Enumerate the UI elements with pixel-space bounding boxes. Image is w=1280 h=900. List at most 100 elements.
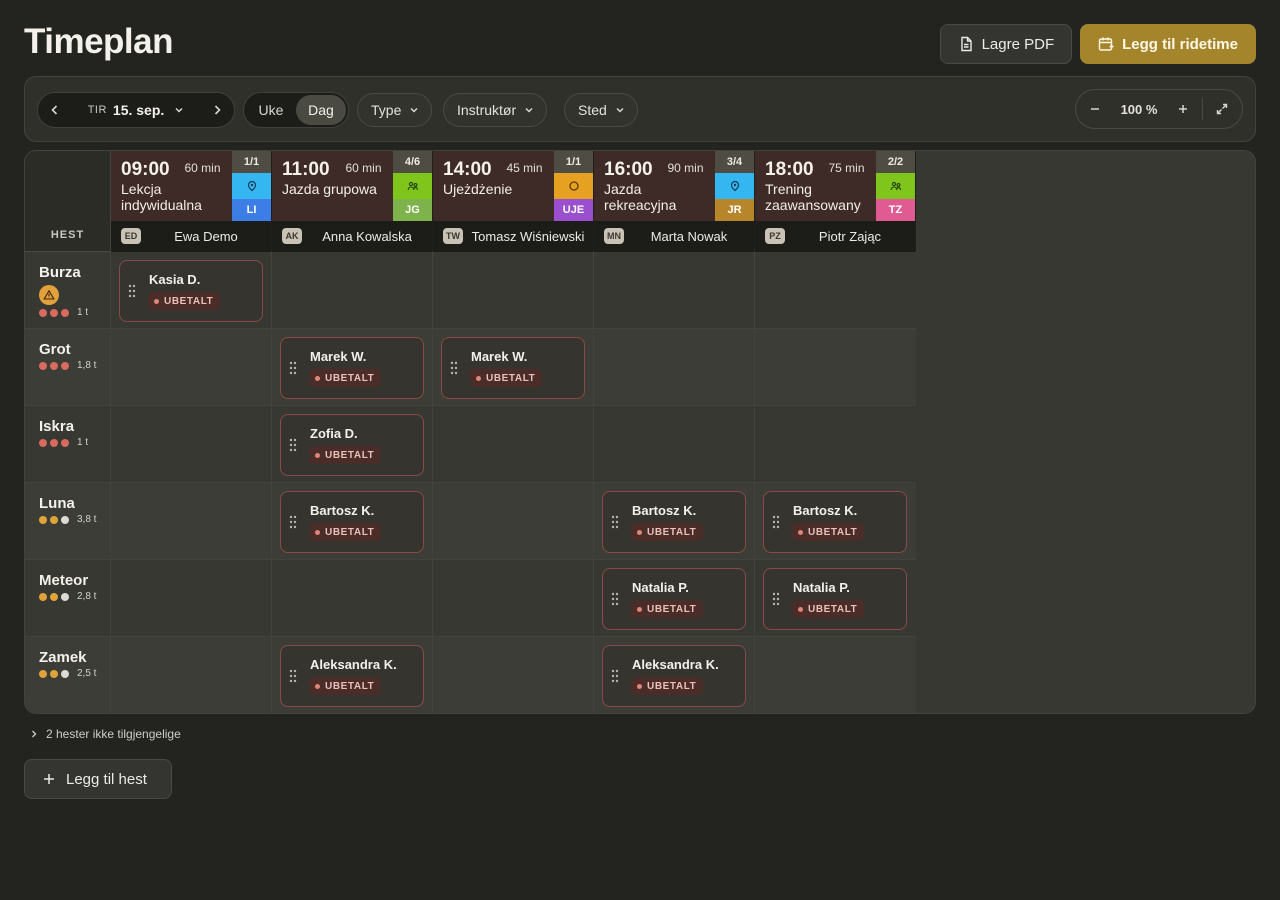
lesson-instructor[interactable]: ED Ewa Demo [111,221,271,252]
lesson-code: JG [393,199,432,221]
horse-load: 2,8 t [77,591,97,602]
chevron-down-icon [175,107,183,113]
add-horse-button[interactable]: Legg til hest [24,759,172,799]
cell-divider [754,637,755,713]
drag-handle-icon[interactable] [289,515,297,529]
horse-name: Burza [39,264,81,281]
instructor-name: Marta Nowak [650,229,728,244]
rider-name: Bartosz K. [632,503,697,518]
calendar-plus-icon [1098,37,1114,51]
lesson-header[interactable]: 11:00 60 min Jazda grupowa 4/6 JG [272,151,432,221]
lesson-header[interactable]: 16:00 90 min Jazda rekreacyjna 3/4 JR [594,151,754,221]
lesson-column-3[interactable]: 16:00 90 min Jazda rekreacyjna 3/4 JR MN Marta… [594,151,755,252]
save-pdf-button[interactable]: Lagre PDF [939,24,1073,64]
chevron-right-icon [214,105,221,115]
chevron-right-icon [32,730,37,738]
fullscreen-button[interactable] [1203,90,1241,128]
lesson-code: TZ [876,199,915,221]
cell-divider [432,560,433,636]
schedule-toolbar: TIR 15. sep. Uke Dag Type Instruktør Ste… [24,76,1256,142]
lesson-instructor[interactable]: PZ Piotr Zając [755,221,915,252]
status-label: UBETALT [325,680,375,692]
lesson-duration: 75 min [828,161,865,175]
cell-divider [593,483,594,559]
drag-handle-icon[interactable] [772,592,780,606]
lesson-instructor[interactable]: MN Marta Nowak [594,221,754,252]
lesson-time: 18:00 [765,159,814,180]
lesson-instructor[interactable]: AK Anna Kowalska [272,221,432,252]
lesson-type-badge [232,173,271,199]
chevron-down-icon [525,107,533,113]
filter-instructor[interactable]: Instruktør [443,93,548,127]
view-day-option[interactable]: Dag [296,95,346,125]
unavailable-horses-toggle[interactable]: 2 hester ikke tilgjengelige [30,727,181,741]
view-week-option[interactable]: Uke [246,95,296,125]
horse-cell[interactable]: Zamek 2,5 t [25,637,111,713]
previous-day-button[interactable] [38,93,72,127]
group-icon [890,181,901,191]
booking-card[interactable]: Natalia P. UBETALT [763,568,907,630]
instructor-name: Piotr Zając [818,229,882,244]
drag-handle-icon[interactable] [289,438,297,452]
booking-card[interactable]: Kasia D. UBETALT [119,260,263,322]
horse-cell[interactable]: Iskra 1 t [25,406,111,482]
lesson-header[interactable]: 09:00 60 min Lekcja indywidualna 1/1 LI [111,151,271,221]
header-actions: Lagre PDF Legg til ridetime [939,24,1256,64]
plus-icon [44,774,54,784]
drag-handle-icon[interactable] [128,284,136,298]
cell-divider [271,406,272,482]
zoom-out-button[interactable] [1076,90,1114,128]
lesson-column-4[interactable]: 18:00 75 min Trening zaawansowany 2/2 TZ PZ Pi… [755,151,916,252]
horse-cell[interactable]: Meteor 2,8 t [25,560,111,636]
filter-location[interactable]: Sted [564,93,638,127]
booking-card[interactable]: Aleksandra K. UBETALT [602,645,746,707]
horse-name: Luna [39,495,75,512]
booking-card[interactable]: Bartosz K. UBETALT [763,491,907,553]
drag-handle-icon[interactable] [289,669,297,683]
drag-handle-icon[interactable] [772,515,780,529]
status-badge: UBETALT [470,369,543,387]
drag-handle-icon[interactable] [450,361,458,375]
lesson-title: Jazda rekreacyjna [604,181,677,213]
schedule-grid: HEST 09:00 60 min Lekcja indywidualna 1/1 LI… [24,150,1256,714]
lesson-header[interactable]: 14:00 45 min Ujeżdżenie 1/1 UJE [433,151,593,221]
booking-card[interactable]: Bartosz K. UBETALT [602,491,746,553]
lesson-time: 14:00 [443,159,492,180]
workload-indicator [39,593,69,601]
workload-dot [61,516,69,524]
drag-handle-icon[interactable] [289,361,297,375]
lesson-column-1[interactable]: 11:00 60 min Jazda grupowa 4/6 JG AK Anna Kowa… [272,151,433,252]
workload-dot [39,593,47,601]
lesson-column-0[interactable]: 09:00 60 min Lekcja indywidualna 1/1 LI ED Ewa… [111,151,272,252]
workload-indicator [39,309,69,317]
next-day-button[interactable] [200,93,234,127]
lesson-column-2[interactable]: 14:00 45 min Ujeżdżenie 1/1 UJE TW Tomasz Wiśn… [433,151,594,252]
drag-handle-icon[interactable] [611,592,619,606]
booking-card[interactable]: Aleksandra K. UBETALT [280,645,424,707]
filter-type[interactable]: Type [357,93,433,127]
booking-card[interactable]: Bartosz K. UBETALT [280,491,424,553]
horse-cell[interactable]: Burza 1 t [25,252,111,328]
booking-card[interactable]: Natalia P. UBETALT [602,568,746,630]
horse-cell[interactable]: Grot 1,8 t [25,329,111,405]
booking-card[interactable]: Zofia D. UBETALT [280,414,424,476]
zoom-in-button[interactable] [1164,90,1202,128]
workload-indicator [39,362,69,370]
cell-divider [271,483,272,559]
group-icon [407,181,418,191]
horse-cell[interactable]: Luna 3,8 t [25,483,111,559]
lesson-header[interactable]: 18:00 75 min Trening zaawansowany 2/2 TZ [755,151,915,221]
cell-divider [271,560,272,636]
drag-handle-icon[interactable] [611,515,619,529]
filter-location-label: Sted [578,102,607,118]
date-picker[interactable]: TIR 15. sep. [72,102,200,118]
lesson-capacity: 2/2 [876,151,915,173]
drag-handle-icon[interactable] [611,669,619,683]
booking-card[interactable]: Marek W. UBETALT [280,337,424,399]
cell-divider [754,329,755,405]
workload-dot [50,309,58,317]
booking-card[interactable]: Marek W. UBETALT [441,337,585,399]
lesson-instructor[interactable]: TW Tomasz Wiśniewski [433,221,593,252]
add-lesson-button[interactable]: Legg til ridetime [1080,24,1256,64]
horse-name: Grot [39,341,71,358]
